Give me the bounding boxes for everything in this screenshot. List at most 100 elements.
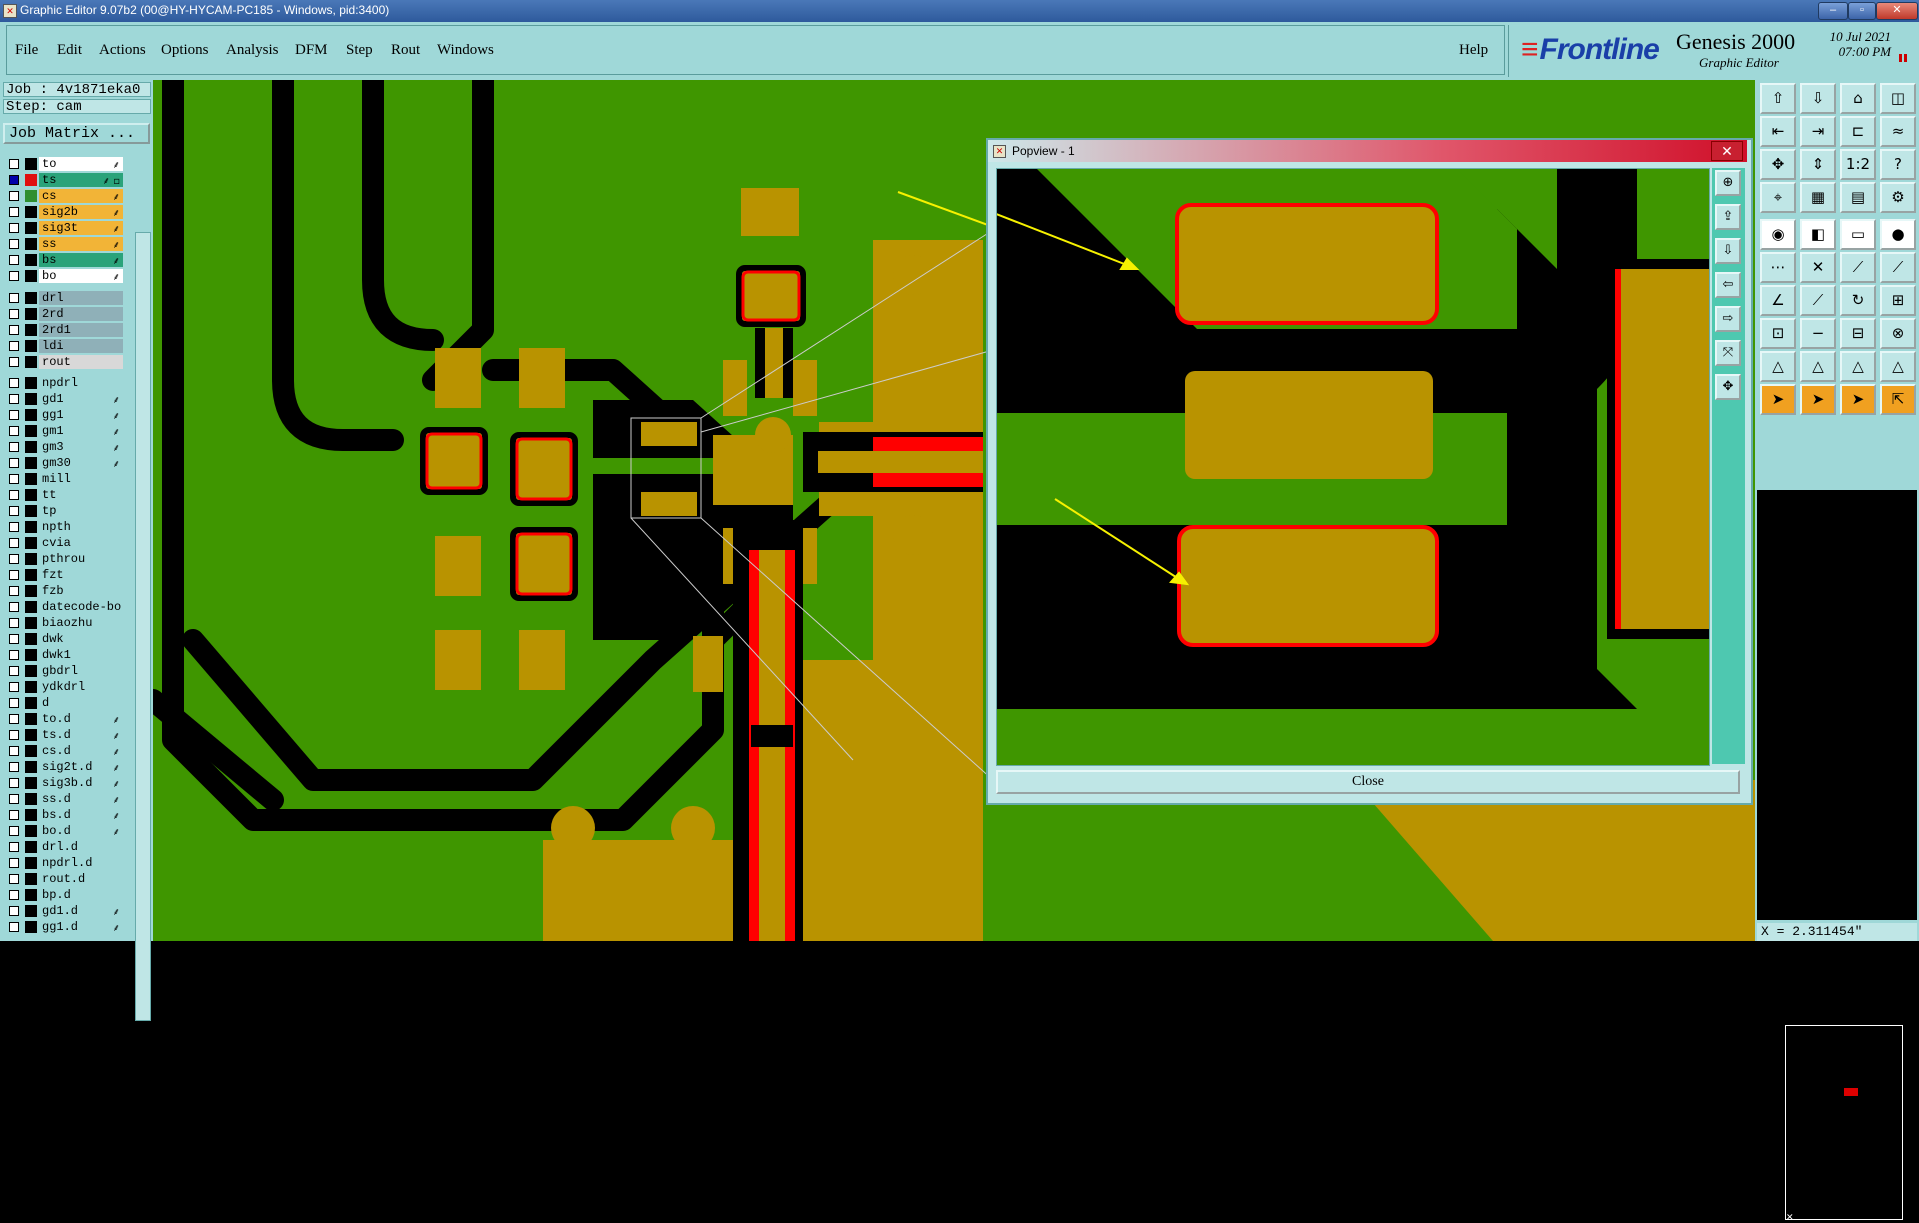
popview-download-icon[interactable]: ⇩ [1715,238,1741,264]
popview-pan-icon[interactable]: ✥ [1715,374,1741,400]
layer-checkbox[interactable] [9,554,19,564]
connect-icon[interactable]: ⋯ [1760,252,1796,283]
layer-color-swatch[interactable] [25,206,37,218]
measure-icon[interactable]: ⌖ [1760,182,1796,213]
line-red-icon[interactable]: ⟋ [1800,285,1836,316]
layer-name[interactable]: drl.d [39,840,123,854]
layer-checkbox[interactable] [9,309,19,319]
layer-checkbox[interactable] [9,874,19,884]
layer-name[interactable]: gd1.d [39,904,123,918]
layer-color-swatch[interactable] [25,921,37,933]
grid-icon[interactable]: ▦ [1800,182,1836,213]
layer-row-dwk[interactable]: dwk [3,632,123,646]
layer-color-swatch[interactable] [25,745,37,757]
one-to-one-icon[interactable]: 1:2 [1840,149,1876,180]
layer-checkbox[interactable] [9,746,19,756]
layer-checkbox[interactable] [9,810,19,820]
layer-checkbox[interactable] [9,794,19,804]
layer-name[interactable]: datecode-bo [39,600,123,614]
layer-color-swatch[interactable] [25,270,37,282]
open-icon[interactable]: ⇧ [1760,83,1796,114]
menu-actions[interactable]: Actions [99,42,146,59]
layer-color-swatch[interactable] [25,473,37,485]
layer-checkbox[interactable] [9,410,19,420]
menu-edit[interactable]: Edit [57,42,82,59]
pause-icon[interactable] [1899,54,1907,62]
layer-checkbox[interactable] [9,634,19,644]
layer-name[interactable]: gg1 [39,408,123,422]
layer-name[interactable]: tt [39,488,123,502]
layer-checkbox[interactable] [9,341,19,351]
layer-row-2rd[interactable]: 2rd [3,307,123,321]
layer-color-swatch[interactable] [25,873,37,885]
layers-icon[interactable]: ▤ [1840,182,1876,213]
dot-icon[interactable]: ● [1880,219,1916,250]
layer-row-ss[interactable]: ss ⸙ [3,237,123,251]
line-icon[interactable]: ∠ [1760,285,1796,316]
layer-row-cs[interactable]: cs ⸙ [3,189,123,203]
layer-color-swatch[interactable] [25,505,37,517]
layer-row-cvia[interactable]: cvia [3,536,123,550]
layer-row-npth[interactable]: npth [3,520,123,534]
layer-color-swatch[interactable] [25,841,37,853]
settings-icon[interactable]: ⚙ [1880,182,1916,213]
layer-color-swatch[interactable] [25,825,37,837]
layer-name[interactable]: dwk1 [39,648,123,662]
triangle-icon[interactable]: △ [1760,351,1796,382]
layer-checkbox[interactable] [9,191,19,201]
fit-icon[interactable]: ✥ [1760,149,1796,180]
layer-color-swatch[interactable] [25,222,37,234]
menu-rout[interactable]: Rout [391,42,420,59]
layer-name[interactable]: cs.d [39,744,123,758]
layer-checkbox[interactable] [9,890,19,900]
select-red-icon[interactable]: ➤ [1840,384,1876,415]
snap-left-icon[interactable]: ⇤ [1760,116,1796,147]
layer-color-swatch[interactable] [25,697,37,709]
layer-row-datecode-bo[interactable]: datecode-bo [3,600,123,614]
ruler-icon[interactable]: ▭ [1840,219,1876,250]
layer-name[interactable]: mill [39,472,123,486]
layer-color-swatch[interactable] [25,377,37,389]
layer-color-swatch[interactable] [25,324,37,336]
popview-close-button[interactable]: Close [996,770,1740,794]
layer-checkbox[interactable] [9,602,19,612]
triangle-move-icon[interactable]: △ [1880,351,1916,382]
layer-checkbox[interactable] [9,650,19,660]
layer-checkbox[interactable] [9,698,19,708]
popview-fit-icon[interactable]: ⤧ [1715,340,1741,366]
layer-row-gd1[interactable]: gd1 ⸙ [3,392,123,406]
layer-color-swatch[interactable] [25,665,37,677]
popview-forward-icon[interactable]: ⇨ [1715,306,1741,332]
layer-name[interactable]: ldi [39,339,123,353]
layer-checkbox[interactable] [9,842,19,852]
layer-name[interactable]: gbdrl [39,664,123,678]
layer-row-npdrl[interactable]: npdrl [3,376,123,390]
layer-row-bs-d[interactable]: bs.d ⸙ [3,808,123,822]
layer-color-swatch[interactable] [25,649,37,661]
job-matrix-button[interactable]: Job Matrix ... [3,123,150,144]
center-icon[interactable]: ⇕ [1800,149,1836,180]
layer-row-gbdrl[interactable]: gbdrl [3,664,123,678]
save-icon[interactable]: ⇩ [1800,83,1836,114]
layer-color-swatch[interactable] [25,889,37,901]
layer-color-swatch[interactable] [25,857,37,869]
layer-color-swatch[interactable] [25,308,37,320]
dimension-icon[interactable]: ⊟ [1840,318,1876,349]
popview-back-icon[interactable]: ⇦ [1715,272,1741,298]
layer-checkbox[interactable] [9,778,19,788]
layer-name[interactable]: pthrou [39,552,123,566]
layer-name[interactable]: sig2b [39,205,123,219]
menu-file[interactable]: File [15,42,38,59]
layer-color-swatch[interactable] [25,617,37,629]
layer-row-fzb[interactable]: fzb [3,584,123,598]
cross-icon[interactable]: ✕ [1800,252,1836,283]
layer-checkbox[interactable] [9,586,19,596]
pad-icon[interactable]: ◉ [1760,219,1796,250]
layer-color-swatch[interactable] [25,174,37,186]
layer-color-swatch[interactable] [25,340,37,352]
layer-name[interactable]: npth [39,520,123,534]
cursor-icon[interactable]: ⇱ [1880,384,1916,415]
layer-color-swatch[interactable] [25,489,37,501]
layer-checkbox[interactable] [9,762,19,772]
layer-color-swatch[interactable] [25,585,37,597]
